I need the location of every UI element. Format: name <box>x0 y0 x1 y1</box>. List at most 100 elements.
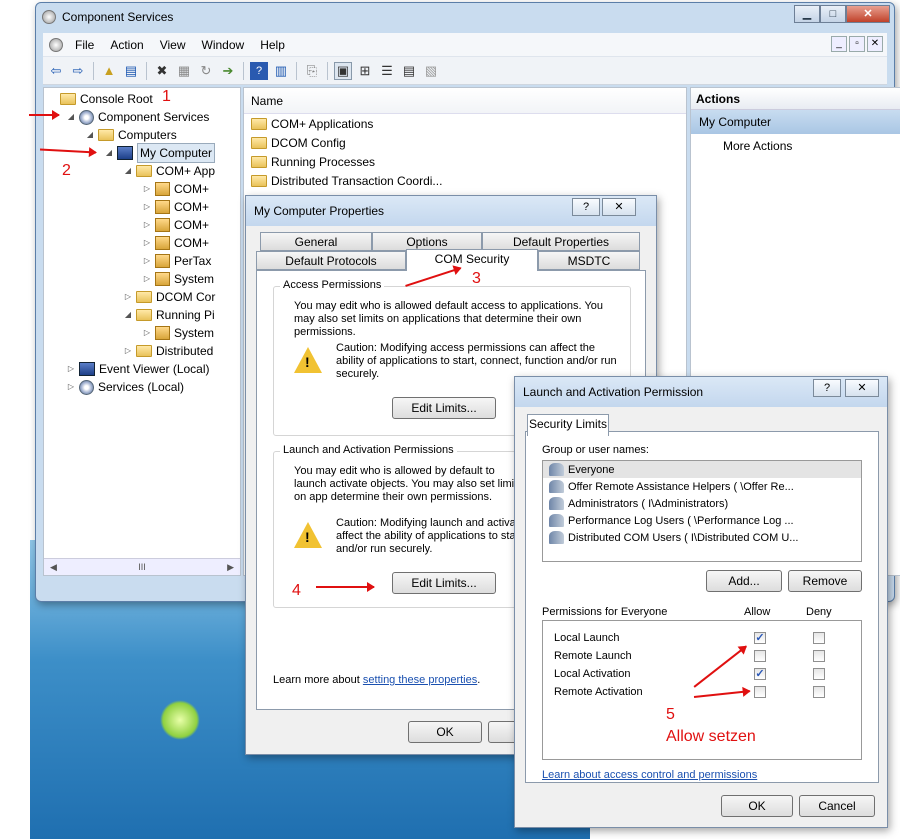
close-icon[interactable]: ✕ <box>602 198 636 216</box>
allow-checkbox[interactable]: ✓ <box>754 668 766 680</box>
ok-button[interactable]: OK <box>408 721 482 743</box>
close-icon[interactable]: ✕ <box>845 379 879 397</box>
tree-node[interactable]: ▷ Event Viewer (Local) <box>67 360 210 378</box>
menu-action[interactable]: Action <box>102 38 151 52</box>
expander-icon[interactable]: ◢ <box>105 144 113 162</box>
user-list-item[interactable]: Administrators ( I\Administrators) <box>543 495 861 512</box>
scroll-thumb[interactable]: III <box>138 562 146 572</box>
large-icons-view-icon[interactable]: ▣ <box>334 61 352 80</box>
menu-view[interactable]: View <box>152 38 194 52</box>
mmc-menu-icon[interactable] <box>49 37 63 52</box>
tree-node[interactable]: Console Root <box>48 90 153 108</box>
tree-node[interactable]: ◢ Component Services <box>67 108 209 126</box>
deny-checkbox[interactable] <box>813 650 825 662</box>
menu-file[interactable]: File <box>67 38 102 52</box>
close-button[interactable]: ✕ <box>846 5 890 23</box>
tree-node[interactable]: ▷ System <box>143 324 214 342</box>
menu-help[interactable]: Help <box>252 38 293 52</box>
tree-node[interactable]: ▷ Services (Local) <box>67 378 184 396</box>
remove-button[interactable]: Remove <box>788 570 862 592</box>
tree-node[interactable]: ▷ DCOM Cor <box>124 288 215 306</box>
title-bar[interactable]: Component Services ▁ □ ✕ <box>36 3 894 31</box>
expander-icon[interactable]: ◢ <box>124 162 132 180</box>
help-button[interactable]: ? <box>572 198 600 216</box>
expander-icon[interactable]: ▷ <box>143 180 151 198</box>
horizontal-scrollbar[interactable]: ◀ III ▶ <box>44 558 240 575</box>
detail-view-icon[interactable]: ▤ <box>400 62 418 80</box>
expander-icon[interactable]: ▷ <box>143 252 151 270</box>
tree-node[interactable]: ◢ My Computer <box>105 143 216 163</box>
up-folder-icon[interactable]: ▲ <box>100 62 118 80</box>
dialog-title-bar[interactable]: My Computer Properties ? ✕ <box>246 196 656 226</box>
help-button[interactable]: ? <box>813 379 841 397</box>
tab-com-security[interactable]: COM Security <box>406 249 538 271</box>
child-close-button[interactable]: ✕ <box>867 36 883 52</box>
tab-msdtc[interactable]: MSDTC <box>538 251 640 270</box>
user-list-item[interactable]: Distributed COM Users ( I\Distributed CO… <box>543 529 861 546</box>
tab-default-protocols[interactable]: Default Protocols <box>256 251 406 270</box>
show-hide-tree-icon[interactable]: ▤ <box>122 62 140 80</box>
tree-node[interactable]: ▷ PerTax <box>143 252 211 270</box>
clipboard-icon[interactable]: ⎘ <box>303 62 321 80</box>
user-list-item[interactable]: Everyone <box>543 461 861 478</box>
user-list-item[interactable]: Performance Log Users ( \Performance Log… <box>543 512 861 529</box>
help-icon[interactable]: ? <box>250 61 268 80</box>
expander-icon[interactable]: ▷ <box>143 198 151 216</box>
expander-icon[interactable]: ▷ <box>143 234 151 252</box>
deny-checkbox[interactable] <box>813 632 825 644</box>
user-list-item[interactable]: Offer Remote Assistance Helpers ( \Offer… <box>543 478 861 495</box>
tab-security-limits[interactable]: Security Limits <box>527 414 609 436</box>
more-actions-item[interactable]: More Actions ▶ <box>691 134 900 158</box>
expander-icon[interactable]: ▷ <box>143 324 151 342</box>
cancel-button[interactable]: Cancel <box>799 795 875 817</box>
tab-general[interactable]: General <box>260 232 372 251</box>
properties-icon[interactable]: ▦ <box>175 62 193 80</box>
setting-properties-link[interactable]: setting these properties <box>363 674 477 686</box>
status-view-icon[interactable]: ▧ <box>422 62 440 80</box>
expander-icon[interactable]: ◢ <box>86 126 94 144</box>
deny-checkbox[interactable] <box>813 668 825 680</box>
expander-icon[interactable]: ◢ <box>67 108 75 126</box>
tree-node[interactable]: ▷ COM+ <box>143 180 209 198</box>
expander-icon[interactable]: ▷ <box>67 378 75 396</box>
list-item[interactable]: DCOM Config <box>244 133 686 152</box>
allow-checkbox[interactable]: ✓ <box>754 632 766 644</box>
scroll-left-icon[interactable]: ◀ <box>50 562 57 573</box>
expander-icon[interactable]: ◢ <box>124 306 132 324</box>
delete-icon[interactable]: ✖ <box>153 62 171 80</box>
access-control-help-link[interactable]: Learn about access control and permissio… <box>542 769 757 782</box>
child-restore-button[interactable]: ▫ <box>849 36 865 52</box>
list-item[interactable]: Distributed Transaction Coordi... <box>244 171 686 190</box>
ok-button[interactable]: OK <box>721 795 793 817</box>
access-edit-limits-button[interactable]: Edit Limits... <box>392 397 496 419</box>
tree-node[interactable]: ▷ COM+ <box>143 198 209 216</box>
expander-icon[interactable]: ▷ <box>124 288 132 306</box>
add-button[interactable]: Add... <box>706 570 782 592</box>
tree-node[interactable]: ▷ System <box>143 270 214 288</box>
show-action-pane-icon[interactable]: ▥ <box>272 62 290 80</box>
tree-node[interactable]: ◢ Running Pi <box>124 306 215 324</box>
tree-node[interactable]: ▷ Distributed <box>124 342 213 360</box>
minimize-button[interactable]: ▁ <box>794 5 820 23</box>
tree-node[interactable]: ▷ COM+ <box>143 216 209 234</box>
tree-node[interactable]: ◢ COM+ App <box>124 162 215 180</box>
maximize-button[interactable]: □ <box>820 5 846 23</box>
tree-node[interactable]: ◢ Computers <box>86 126 177 144</box>
list-view-icon[interactable]: ☰ <box>378 62 396 80</box>
list-item[interactable]: Running Processes <box>244 152 686 171</box>
refresh-icon[interactable]: ↻ <box>197 62 215 80</box>
list-item[interactable]: COM+ Applications <box>244 114 686 133</box>
forward-arrow-icon[interactable]: ⇨ <box>69 62 87 80</box>
actions-section-my-computer[interactable]: My Computer ▲ <box>691 110 900 134</box>
allow-checkbox[interactable] <box>754 650 766 662</box>
column-header-name[interactable]: Name <box>244 88 686 114</box>
expander-icon[interactable]: ▷ <box>67 360 75 378</box>
deny-checkbox[interactable] <box>813 686 825 698</box>
back-arrow-icon[interactable]: ⇦ <box>47 62 65 80</box>
expander-icon[interactable]: ▷ <box>143 270 151 288</box>
menu-window[interactable]: Window <box>194 38 253 52</box>
small-icons-view-icon[interactable]: ⊞ <box>356 62 374 80</box>
allow-checkbox[interactable] <box>754 686 766 698</box>
dialog-title-bar[interactable]: Launch and Activation Permission ? ✕ <box>515 377 887 407</box>
launch-edit-limits-button[interactable]: Edit Limits... <box>392 572 496 594</box>
